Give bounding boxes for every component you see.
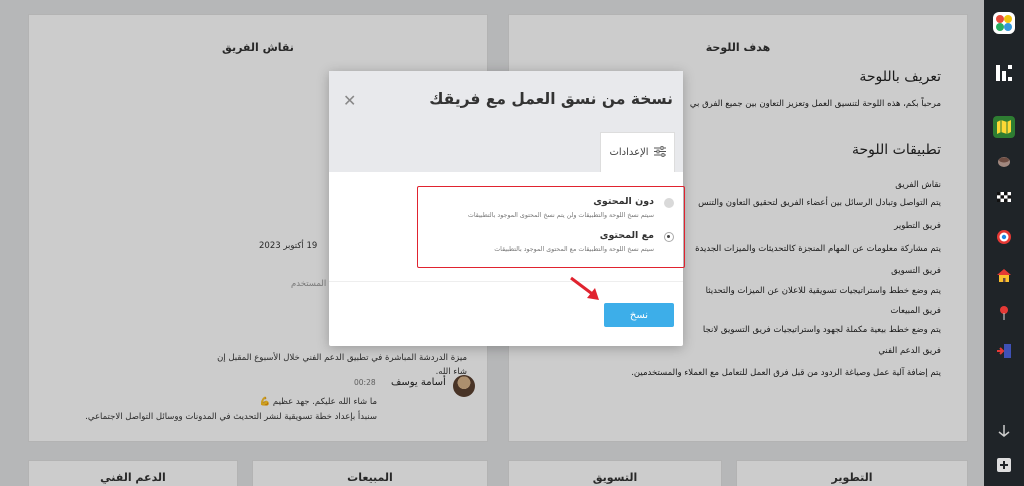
arrow-down-icon[interactable]: [993, 420, 1015, 442]
option-with-desc: سيتم نسخ اللوحة والتطبيقات مع المحتوى ال…: [494, 246, 654, 253]
copy-options-group: دون المحتوى سيتم نسخ اللوحة والتطبيقات و…: [417, 186, 685, 268]
option-without-desc: سيتم نسخ اللوحة والتطبيقات ولن يتم نسخ ا…: [467, 212, 654, 219]
copy-board-modal: نسخة من نسق العمل مع فريقك ✕ الإعدادات د…: [329, 71, 685, 346]
apps-icon[interactable]: [993, 12, 1015, 34]
tab-settings[interactable]: الإعدادات: [600, 132, 675, 172]
import-icon[interactable]: [993, 340, 1015, 362]
app-sidebar: [984, 0, 1024, 486]
modal-header: نسخة من نسق العمل مع فريقك ✕ الإعدادات: [329, 71, 683, 172]
radio-without-content[interactable]: [664, 198, 674, 208]
close-icon[interactable]: ✕: [343, 91, 356, 110]
board-logo-icon[interactable]: [993, 62, 1015, 84]
tab-settings-label: الإعدادات: [609, 147, 649, 158]
modal-divider: [329, 281, 683, 282]
annotation-arrow-icon: [565, 274, 605, 308]
pin-icon[interactable]: [993, 302, 1015, 324]
checker-flag-icon[interactable]: [993, 186, 1015, 208]
add-icon[interactable]: [993, 454, 1015, 476]
modal-title: نسخة من نسق العمل مع فريقك: [429, 90, 673, 108]
option-without-title[interactable]: دون المحتوى: [593, 196, 654, 207]
copy-button[interactable]: نسخ: [604, 303, 674, 327]
map-icon[interactable]: [993, 116, 1015, 138]
radio-with-content[interactable]: [664, 232, 674, 242]
sliders-icon: [653, 145, 666, 160]
option-with-title[interactable]: مع المحتوى: [600, 230, 654, 241]
coffee-icon[interactable]: [993, 150, 1015, 172]
target-icon[interactable]: [993, 226, 1015, 248]
house-icon[interactable]: [993, 264, 1015, 286]
